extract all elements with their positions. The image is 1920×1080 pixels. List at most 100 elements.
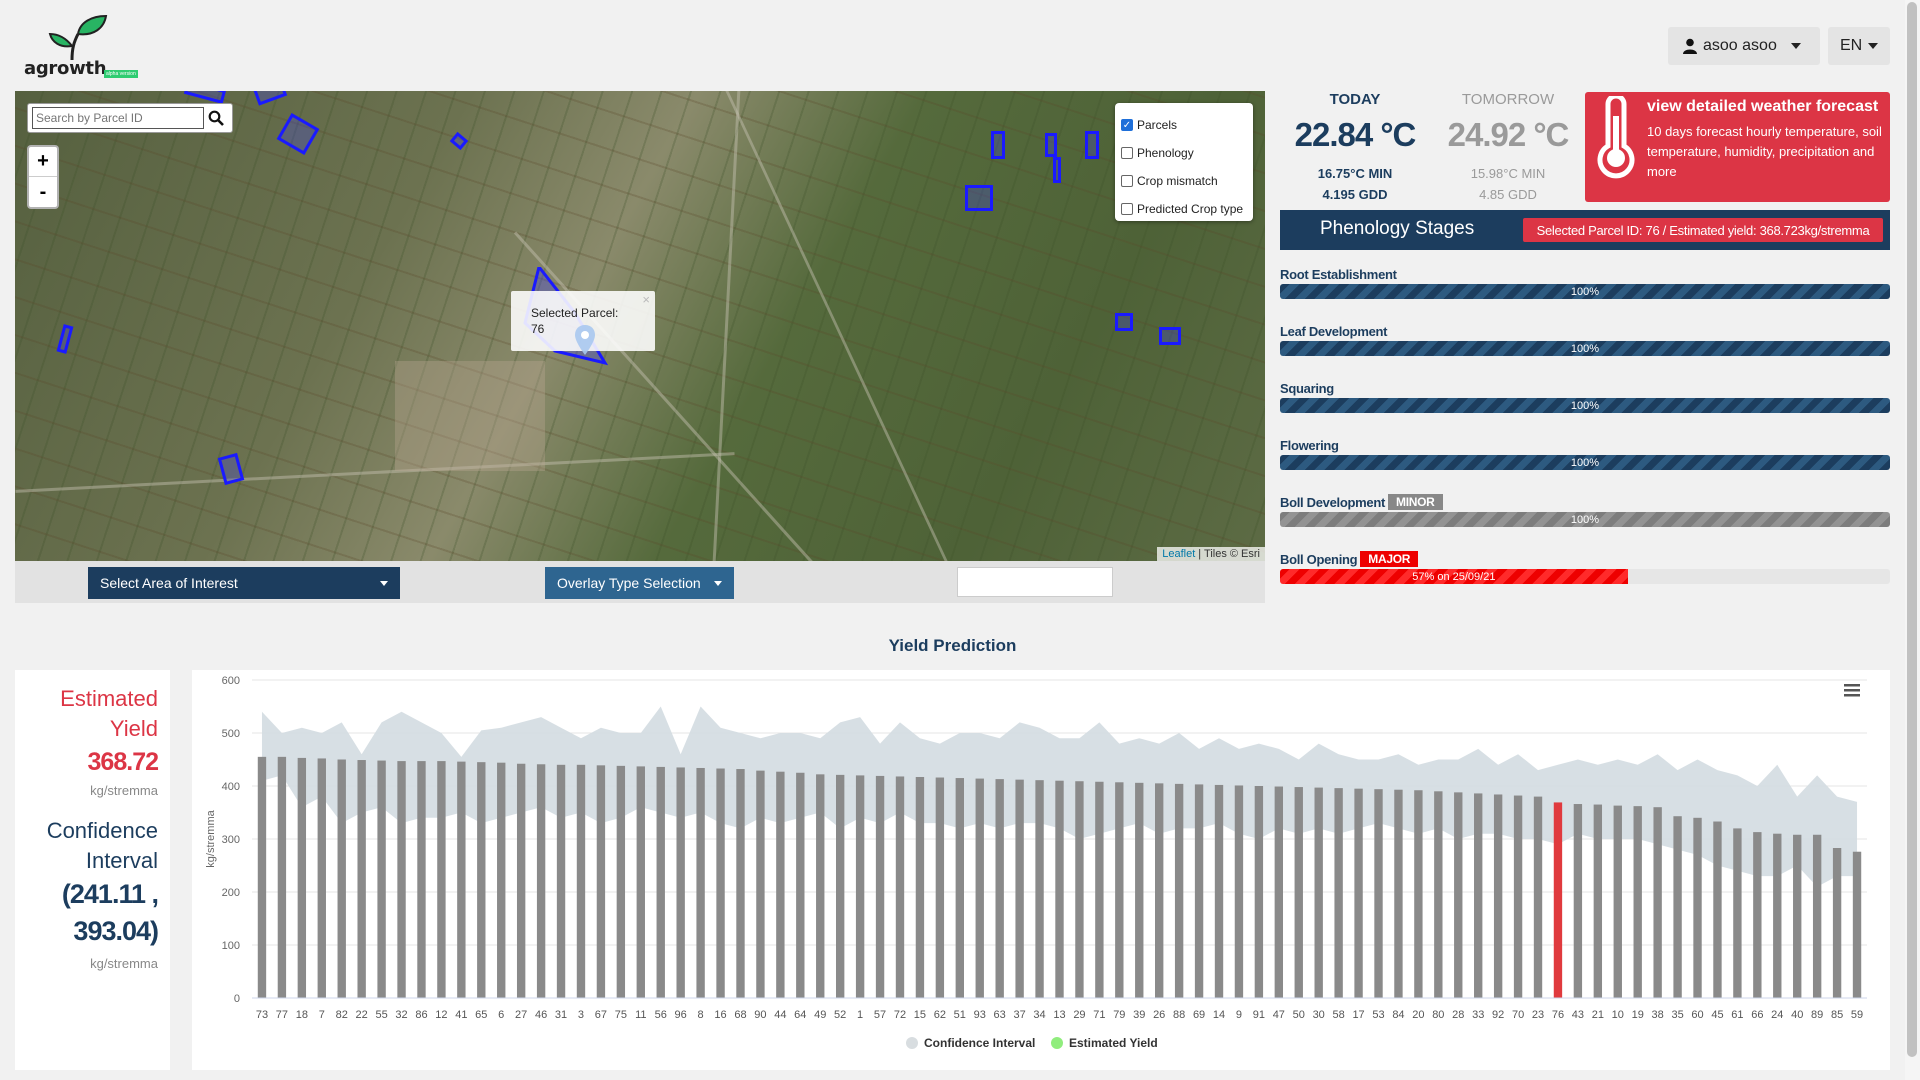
zoom-in-button[interactable]: +: [29, 147, 57, 177]
bar-55: [377, 760, 386, 998]
parcel-polygon[interactable]: [449, 131, 469, 151]
x-tick-label: 90: [754, 1009, 766, 1021]
x-tick-label: 72: [894, 1009, 906, 1021]
legend-marker: [906, 1037, 918, 1049]
forecast-description: 10 days forecast hourly temperature, soi…: [1647, 124, 1882, 179]
zoom-out-button[interactable]: -: [29, 177, 57, 207]
parcel-polygon[interactable]: [1159, 327, 1181, 345]
checkbox-checked[interactable]: ✓: [1121, 119, 1133, 131]
stage-progress-fill: 100%: [1280, 455, 1890, 470]
x-tick-label: 28: [1452, 1009, 1464, 1021]
x-tick-label: 38: [1652, 1009, 1664, 1021]
leaflet-link[interactable]: Leaflet: [1162, 548, 1195, 560]
checkbox[interactable]: [1121, 147, 1133, 159]
stage-progress-fill: 57% on 25/09/21: [1280, 569, 1628, 584]
page-scrollbar-thumb[interactable]: [1907, 2, 1917, 1057]
chevron-down-icon: [714, 580, 722, 586]
bar-23: [1533, 796, 1543, 998]
x-tick-label: 12: [435, 1009, 447, 1021]
bar-77: [277, 756, 287, 998]
checkbox[interactable]: [1121, 203, 1133, 215]
legend-marker: [1051, 1037, 1063, 1049]
x-tick-label: 45: [1711, 1009, 1723, 1021]
parcel-polygon[interactable]: [965, 185, 993, 211]
map-view[interactable]: + - ✓Parcels Phenology Crop mismatch Pre…: [15, 91, 1265, 561]
x-tick-label: 32: [395, 1009, 407, 1021]
map-marker-icon[interactable]: [575, 325, 595, 355]
x-tick-label: 20: [1412, 1009, 1424, 1021]
x-tick-label: 51: [954, 1009, 966, 1021]
stage-progress-fill: 100%: [1280, 341, 1890, 356]
bar-79: [1115, 782, 1124, 998]
parcel-search-input[interactable]: [32, 107, 204, 129]
bar-96: [676, 767, 685, 998]
parcel-polygon[interactable]: [56, 324, 74, 354]
y-tick-label: 400: [222, 781, 240, 793]
parcel-polygon[interactable]: [1115, 313, 1133, 331]
stage-progress-bar: 57% on 25/09/21: [1280, 569, 1890, 584]
popup-close-button[interactable]: ×: [642, 292, 650, 308]
x-tick-label: 64: [794, 1009, 806, 1021]
bar-37: [1015, 779, 1024, 998]
bar-17: [1354, 788, 1363, 998]
x-tick-label: 86: [415, 1009, 427, 1021]
x-tick-label: 10: [1612, 1009, 1624, 1021]
parcel-polygon[interactable]: [991, 131, 1005, 159]
layer-crop-mismatch[interactable]: Crop mismatch: [1121, 167, 1247, 195]
major-tag: MAJOR: [1360, 551, 1419, 567]
parcel-polygon[interactable]: [1045, 133, 1057, 157]
bar-61: [1733, 828, 1742, 998]
x-tick-label: 62: [934, 1009, 946, 1021]
x-tick-label: 85: [1831, 1009, 1843, 1021]
layer-parcels[interactable]: ✓ Parcels: [1121, 111, 1247, 139]
stage-progress-fill: 100%: [1280, 284, 1890, 299]
bar-64: [796, 772, 805, 998]
x-tick-label: 39: [1133, 1009, 1145, 1021]
x-tick-label: 43: [1572, 1009, 1584, 1021]
bar-50: [1294, 787, 1303, 998]
today-min-temperature: 16.75°C MIN: [1317, 166, 1393, 181]
stage-label: Squaring: [1280, 380, 1334, 396]
bar-3: [576, 764, 586, 998]
bar-67: [596, 765, 606, 998]
x-tick-label: 18: [296, 1009, 308, 1021]
layer-predicted-crop-type[interactable]: Predicted Crop type: [1121, 195, 1247, 223]
bar-43: [1573, 804, 1583, 998]
date-input[interactable]: [957, 567, 1113, 597]
bar-39: [1135, 782, 1144, 998]
x-tick-label: 96: [675, 1009, 687, 1021]
parcel-polygon[interactable]: [1085, 131, 1099, 159]
x-tick-label: 46: [535, 1009, 547, 1021]
parcel-polygon[interactable]: [183, 91, 227, 104]
bar-51: [955, 778, 964, 998]
bar-58: [1334, 788, 1343, 998]
tomorrow-label: TOMORROW: [1461, 91, 1555, 108]
x-tick-label: 14: [1213, 1009, 1225, 1021]
bar-18: [297, 757, 307, 998]
layer-phenology[interactable]: Phenology: [1121, 139, 1247, 167]
checkbox[interactable]: [1121, 175, 1133, 187]
menu-icon: [1844, 689, 1860, 692]
overlay-type-select[interactable]: Overlay Type Selection: [545, 567, 734, 599]
selected-parcel-badge: Selected Parcel ID: 76 / Estimated yield…: [1523, 218, 1883, 242]
stage-label: Boll Opening: [1280, 551, 1358, 567]
bar-8: [696, 767, 705, 998]
bar-31: [556, 764, 566, 998]
forecast-title: view detailed weather forecast: [1647, 98, 1879, 115]
estimated-label: Estimated: [60, 686, 158, 711]
today-temperature: 22.84 °C: [1294, 116, 1417, 153]
parcel-polygon[interactable]: [252, 91, 288, 106]
weather-forecast-card[interactable]: view detailed weather forecast 10 days f…: [1585, 92, 1890, 202]
stage-flowering: Flowering 100%: [1280, 436, 1890, 470]
stage-progress-bar: 100%: [1280, 455, 1890, 470]
language-menu-button[interactable]: EN: [1828, 27, 1890, 65]
area-of-interest-select[interactable]: Select Area of Interest: [88, 567, 400, 599]
x-tick-label: 33: [1472, 1009, 1484, 1021]
bar-27: [516, 763, 526, 998]
bar-10: [1613, 805, 1622, 998]
search-button[interactable]: [204, 106, 228, 130]
parcel-polygon[interactable]: [276, 113, 320, 155]
x-tick-label: 19: [1632, 1009, 1644, 1021]
parcel-polygon[interactable]: [1053, 157, 1061, 183]
user-menu-button[interactable]: asoo asoo: [1668, 27, 1820, 65]
